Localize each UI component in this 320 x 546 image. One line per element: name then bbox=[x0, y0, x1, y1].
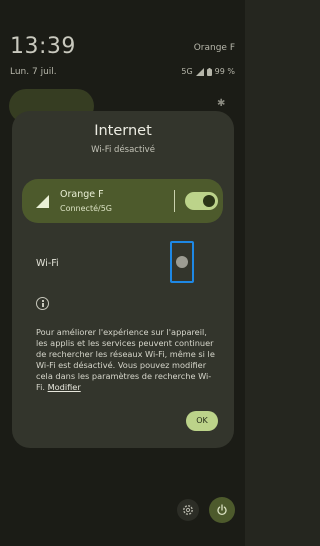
status-indicators: 5G 99 % bbox=[181, 67, 235, 76]
date: Lun. 7 juil. bbox=[10, 67, 57, 77]
signal-status-icon bbox=[195, 67, 204, 76]
carrier-name: Orange F bbox=[60, 189, 104, 200]
wifi-scanning-info: Pour améliorer l'expérience sur l'appare… bbox=[36, 327, 216, 393]
background-tile-icon: ✱ bbox=[217, 98, 226, 109]
wifi-toggle-knob bbox=[176, 256, 188, 268]
settings-button[interactable] bbox=[177, 499, 199, 521]
battery-level: 99 % bbox=[214, 67, 235, 76]
gear-icon bbox=[183, 505, 193, 515]
network-type: 5G bbox=[181, 67, 193, 76]
battery-icon bbox=[206, 67, 212, 76]
clock: 13:39 bbox=[10, 34, 76, 59]
dialog-subtitle: Wi-Fi désactivé bbox=[91, 145, 155, 155]
wifi-toggle[interactable] bbox=[170, 241, 194, 283]
carrier-status: Connecté/5G bbox=[60, 204, 112, 213]
wifi-label: Wi-Fi bbox=[36, 258, 59, 269]
power-icon bbox=[217, 504, 227, 516]
mobile-data-toggle[interactable] bbox=[185, 192, 218, 210]
info-icon bbox=[36, 297, 49, 310]
internet-dialog: Internet Wi-Fi désactivé Orange F Connec… bbox=[12, 111, 234, 448]
signal-icon bbox=[36, 195, 49, 208]
status-carrier: Orange F bbox=[193, 43, 235, 53]
toggle-knob bbox=[203, 195, 215, 207]
mobile-network-card[interactable]: Orange F Connecté/5G bbox=[22, 179, 223, 223]
card-divider bbox=[174, 190, 175, 212]
modify-link[interactable]: Modifier bbox=[48, 382, 81, 392]
dialog-title: Internet bbox=[94, 123, 152, 139]
power-button[interactable] bbox=[209, 497, 235, 523]
ok-button[interactable]: OK bbox=[186, 411, 218, 431]
